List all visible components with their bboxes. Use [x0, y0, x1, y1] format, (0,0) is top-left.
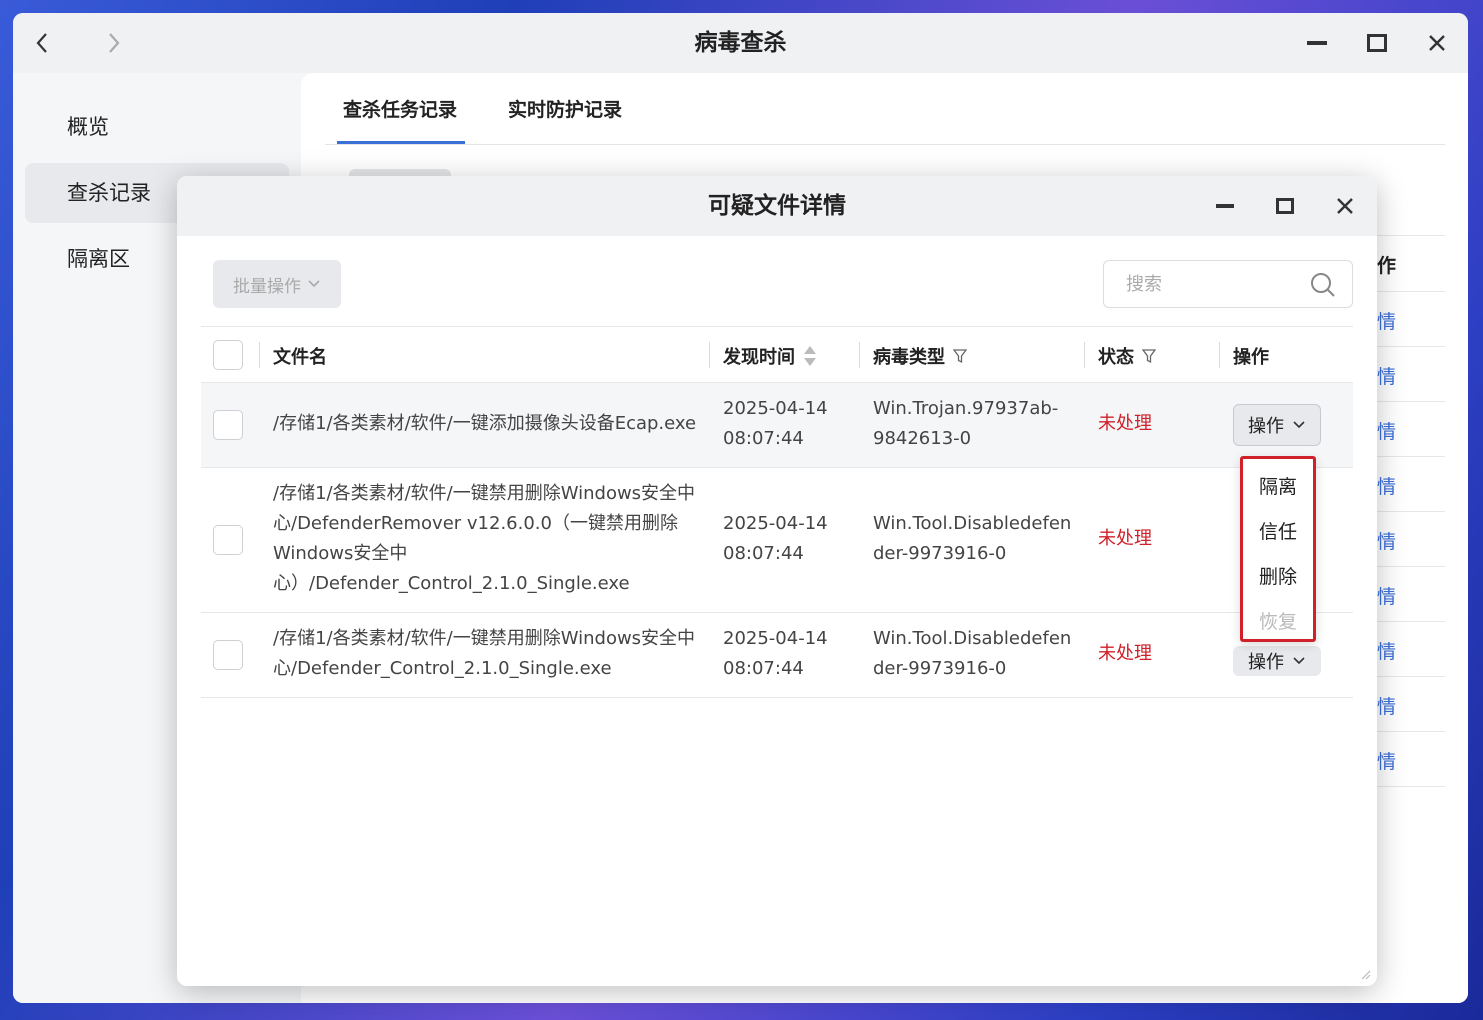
dialog-title: 可疑文件详情	[708, 193, 846, 219]
column-separator	[1219, 342, 1220, 368]
row-action-button[interactable]: 操作	[1233, 404, 1321, 446]
table-row[interactable]: /存储1/各类素材/软件/一键添加摄像头设备Ecap.exe 2025-04-1…	[201, 383, 1353, 468]
action-dropdown-menu: 隔离 信任 删除 恢复	[1240, 456, 1316, 642]
column-header-found-time[interactable]: 发现时间	[723, 343, 817, 369]
dialog-titlebar: 可疑文件详情	[177, 176, 1377, 236]
sidebar-item-overview[interactable]: 概览	[25, 97, 289, 157]
file-path: /存储1/各类素材/软件/一键禁用删除Windows安全中 心/Defender…	[273, 483, 696, 594]
status-text: 未处理	[1098, 413, 1152, 434]
batch-action-button[interactable]: 批量操作	[213, 260, 341, 308]
column-separator	[709, 342, 710, 368]
active-tab-indicator	[337, 141, 465, 144]
search-input[interactable]	[1104, 261, 1304, 307]
background-link-fragment[interactable]: 情	[1377, 637, 1396, 664]
background-link-fragment[interactable]: 情	[1377, 582, 1396, 609]
chevron-down-icon	[1293, 421, 1305, 429]
main-titlebar: 病毒查杀	[13, 13, 1468, 73]
suspicious-file-dialog: 可疑文件详情 批量操作 文件名 发现时间 病毒类	[177, 176, 1377, 986]
tab-bar: 查杀任务记录 实时防护记录	[325, 73, 1445, 145]
table-header: 文件名 发现时间 病毒类型 状态 操作	[201, 326, 1353, 383]
resize-grip-icon[interactable]	[1359, 968, 1371, 980]
chevron-down-icon	[308, 280, 320, 288]
menu-item-delete[interactable]: 删除	[1243, 562, 1313, 589]
column-separator	[1084, 342, 1085, 368]
menu-item-trust[interactable]: 信任	[1243, 517, 1313, 544]
minimize-button[interactable]	[1301, 27, 1333, 59]
virus-type: Win.Trojan.97937ab- 9842613-0	[873, 398, 1059, 449]
virus-type: Win.Tool.Disabledefen der-9973916-0	[873, 513, 1072, 564]
column-header-virus-type[interactable]: 病毒类型	[873, 343, 967, 369]
column-header-action: 操作	[1233, 347, 1269, 368]
background-link-fragment[interactable]: 情	[1377, 417, 1396, 444]
search-box	[1103, 260, 1353, 308]
row-checkbox[interactable]	[213, 640, 243, 670]
row-action-button[interactable]: 操作	[1233, 646, 1321, 676]
tab-realtime-protection-records[interactable]: 实时防护记录	[508, 95, 622, 122]
search-icon[interactable]	[1310, 272, 1336, 298]
maximize-icon	[1367, 34, 1387, 52]
app-title: 病毒查杀	[694, 30, 787, 56]
background-link-fragment[interactable]: 情	[1377, 307, 1396, 334]
dialog-close-button[interactable]	[1329, 190, 1361, 222]
virus-type: Win.Tool.Disabledefen der-9973916-0	[873, 628, 1072, 679]
dialog-maximize-button[interactable]	[1269, 190, 1301, 222]
background-link-fragment[interactable]: 情	[1377, 362, 1396, 389]
tab-scan-task-records[interactable]: 查杀任务记录	[343, 95, 457, 122]
file-path: /存储1/各类素材/软件/一键禁用删除Windows安全中 心/Defender…	[273, 628, 696, 679]
menu-item-quarantine[interactable]: 隔离	[1243, 472, 1313, 499]
found-time: 2025-04-14 08:07:44	[723, 628, 828, 679]
background-link-fragment[interactable]: 情	[1377, 747, 1396, 774]
select-all-checkbox[interactable]	[213, 340, 243, 370]
background-link-fragment[interactable]: 情	[1377, 527, 1396, 554]
close-icon	[1429, 35, 1445, 51]
minimize-icon	[1216, 204, 1234, 208]
row-checkbox[interactable]	[213, 410, 243, 440]
batch-action-label: 批量操作	[233, 276, 301, 297]
close-button[interactable]	[1421, 27, 1453, 59]
filter-icon[interactable]	[1142, 348, 1156, 364]
table-row[interactable]: /存储1/各类素材/软件/一键禁用删除Windows安全中 心/Defender…	[201, 613, 1353, 698]
status-text: 未处理	[1098, 643, 1152, 664]
minimize-icon	[1307, 41, 1327, 45]
status-text: 未处理	[1098, 528, 1152, 549]
close-icon	[1337, 198, 1353, 214]
column-separator	[259, 342, 260, 368]
menu-item-restore: 恢复	[1258, 611, 1297, 633]
dialog-minimize-button[interactable]	[1209, 190, 1241, 222]
chevron-down-icon	[1293, 657, 1305, 665]
column-separator	[859, 342, 860, 368]
found-time: 2025-04-14 08:07:44	[723, 398, 828, 449]
maximize-icon	[1276, 198, 1294, 214]
column-header-filename: 文件名	[273, 347, 327, 368]
table-row[interactable]: /存储1/各类素材/软件/一键禁用删除Windows安全中 心/Defender…	[201, 468, 1353, 613]
found-time: 2025-04-14 08:07:44	[723, 513, 828, 564]
background-link-fragment[interactable]: 情	[1377, 472, 1396, 499]
background-link-fragment[interactable]: 情	[1377, 692, 1396, 719]
column-header-status[interactable]: 状态	[1098, 343, 1156, 369]
filter-icon[interactable]	[953, 348, 967, 364]
maximize-button[interactable]	[1361, 27, 1393, 59]
background-header-fragment: 作	[1377, 255, 1397, 277]
row-checkbox[interactable]	[213, 525, 243, 555]
file-path: /存储1/各类素材/软件/一键添加摄像头设备Ecap.exe	[273, 413, 697, 434]
sort-icon[interactable]	[803, 344, 817, 368]
